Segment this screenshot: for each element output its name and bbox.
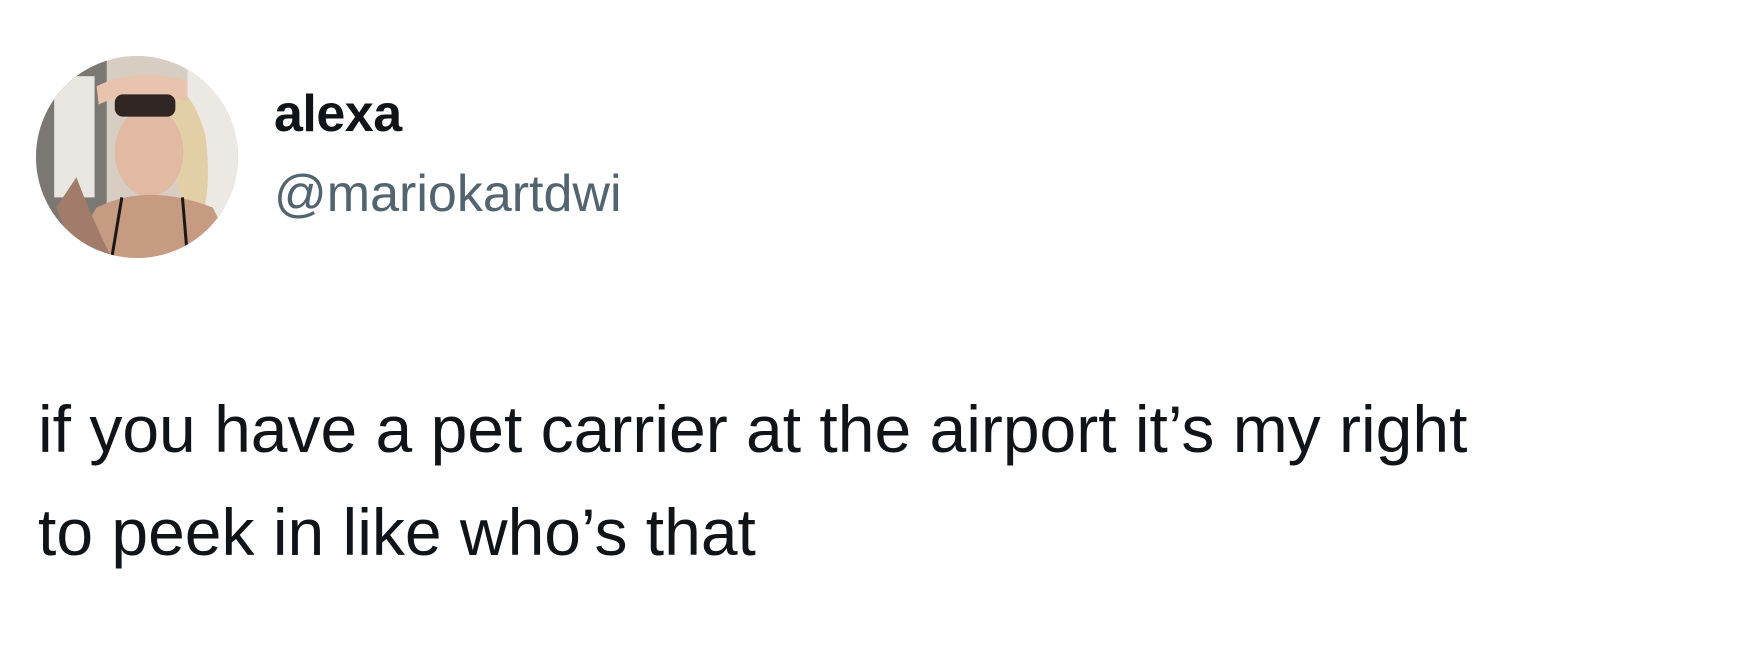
avatar[interactable] xyxy=(36,56,238,258)
tweet-text-line: to peek in like who’s that xyxy=(38,495,756,569)
tweet-card: alexa @mariokartdwi if you have a pet ca… xyxy=(0,0,1758,652)
profile-photo-icon xyxy=(36,56,238,258)
tweet-text-line: if you have a pet carrier at the airport… xyxy=(38,392,1468,466)
tweet-text: if you have a pet carrier at the airport… xyxy=(38,378,1728,584)
display-name[interactable]: alexa xyxy=(274,88,402,140)
user-handle[interactable]: @mariokartdwi xyxy=(274,168,622,220)
